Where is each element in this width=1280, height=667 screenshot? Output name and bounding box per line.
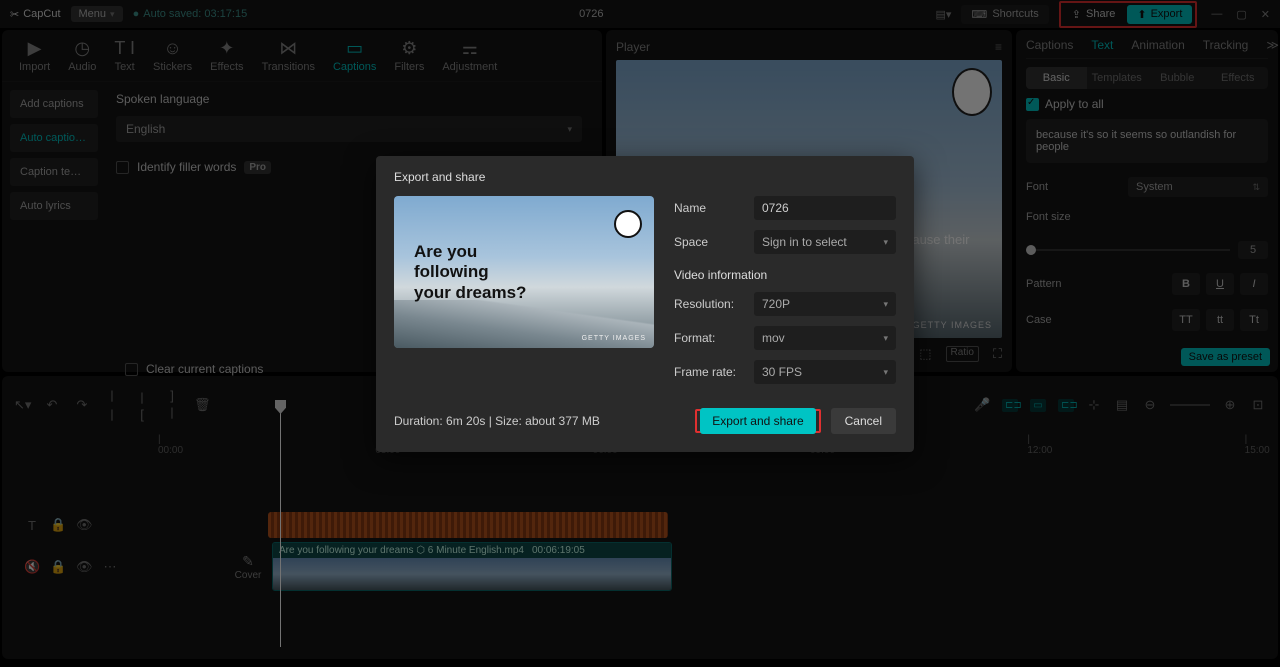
modal-title: Export and share xyxy=(394,170,896,184)
framerate-select[interactable]: 30 FPS▾ xyxy=(754,360,896,384)
space-label: Space xyxy=(674,235,754,249)
framerate-label: Frame rate: xyxy=(674,365,754,379)
format-select[interactable]: mov▾ xyxy=(754,326,896,350)
resolution-label: Resolution: xyxy=(674,297,754,311)
resolution-select[interactable]: 720P▾ xyxy=(754,292,896,316)
duration-text: Duration: 6m 20s | Size: about 377 MB xyxy=(394,414,600,428)
video-info-heading: Video information xyxy=(674,268,896,282)
export-modal: Export and share Are you following your … xyxy=(376,156,914,452)
export-preview: Are you following your dreams? GETTY IMA… xyxy=(394,196,654,348)
export-and-share-button[interactable]: Export and share xyxy=(700,408,815,434)
export-share-highlight: Export and share xyxy=(695,409,820,433)
name-label: Name xyxy=(674,201,754,215)
stopwatch-graphic xyxy=(614,204,644,240)
name-input[interactable]: 0726 xyxy=(754,196,896,220)
watermark: GETTY IMAGES xyxy=(582,335,646,342)
space-select[interactable]: Sign in to select▾ xyxy=(754,230,896,254)
cancel-button[interactable]: Cancel xyxy=(831,408,896,434)
format-label: Format: xyxy=(674,331,754,345)
